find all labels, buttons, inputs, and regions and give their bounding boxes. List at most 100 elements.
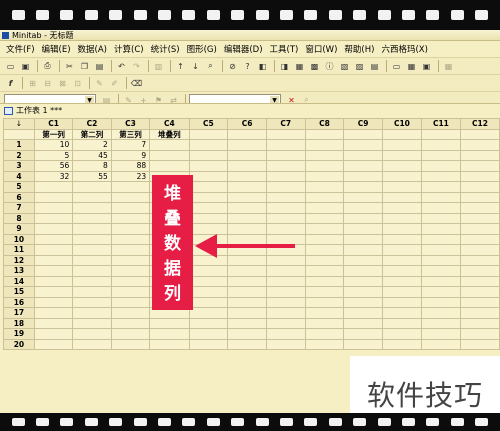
data-cell[interactable] — [265, 202, 306, 214]
data-cell[interactable] — [381, 275, 422, 287]
data-cell[interactable] — [227, 191, 267, 203]
data-cell[interactable] — [110, 254, 151, 266]
data-cell[interactable] — [227, 149, 267, 161]
data-cell[interactable] — [227, 170, 267, 182]
data-cell[interactable] — [343, 244, 383, 256]
data-cell[interactable] — [420, 275, 461, 287]
data-cell[interactable] — [343, 233, 383, 245]
data-cell[interactable] — [72, 275, 112, 287]
fx-icon[interactable]: f — [4, 77, 17, 89]
data-cell[interactable] — [381, 160, 422, 172]
data-cell[interactable] — [459, 296, 500, 308]
data-cell[interactable] — [72, 181, 112, 193]
column-name-cell[interactable] — [459, 128, 500, 140]
data-cell[interactable] — [265, 181, 306, 193]
data-cell[interactable] — [227, 265, 267, 277]
column-header[interactable]: C2 — [72, 118, 112, 130]
data-cell[interactable] — [72, 286, 112, 298]
session-window-icon[interactable]: ◨ — [278, 60, 291, 72]
data-cell[interactable] — [343, 338, 383, 350]
data-cell[interactable] — [149, 328, 190, 340]
column-header[interactable]: C8 — [304, 118, 345, 130]
data-cell[interactable] — [149, 160, 190, 172]
menu-window[interactable]: 窗口(W) — [305, 43, 337, 55]
data-cell[interactable] — [420, 233, 461, 245]
row-number[interactable]: 16 — [3, 296, 35, 308]
data-cell[interactable] — [343, 307, 383, 319]
report-icon[interactable]: ▨ — [353, 60, 366, 72]
data-cell[interactable] — [304, 338, 345, 350]
column-header[interactable]: C6 — [227, 118, 267, 130]
data-cell[interactable] — [459, 160, 500, 172]
data-cell[interactable] — [227, 275, 267, 287]
data-cell[interactable] — [110, 244, 151, 256]
data-cell[interactable] — [265, 317, 306, 329]
data-cell[interactable] — [304, 275, 345, 287]
data-cell[interactable] — [343, 275, 383, 287]
data-cell[interactable] — [265, 191, 306, 203]
row-number[interactable]: 9 — [3, 223, 35, 235]
worksheet-icon[interactable]: ▦ — [293, 60, 306, 72]
column-name-cell[interactable]: 第二列 — [72, 128, 112, 140]
data-cell[interactable] — [72, 244, 112, 256]
row-number[interactable]: 11 — [3, 244, 35, 256]
data-cell[interactable] — [304, 296, 345, 308]
menu-file[interactable]: 文件(F) — [6, 43, 35, 55]
data-cell[interactable] — [110, 191, 151, 203]
data-cell[interactable] — [227, 296, 267, 308]
data-cell[interactable] — [459, 275, 500, 287]
data-cell[interactable] — [343, 170, 383, 182]
data-cell[interactable] — [304, 286, 345, 298]
edit-icon[interactable]: ✐ — [108, 77, 121, 89]
data-cell[interactable] — [420, 223, 461, 235]
column-header[interactable]: C9 — [343, 118, 383, 130]
data-cell[interactable] — [188, 191, 229, 203]
data-cell[interactable] — [227, 160, 267, 172]
data-cell[interactable] — [304, 212, 345, 224]
data-cell[interactable] — [110, 338, 151, 350]
data-cell[interactable] — [227, 212, 267, 224]
data-cell[interactable] — [33, 202, 74, 214]
data-cell[interactable] — [343, 191, 383, 203]
data-cell[interactable] — [420, 328, 461, 340]
data-cell[interactable] — [459, 202, 500, 214]
data-cell[interactable] — [381, 296, 422, 308]
data-cell[interactable] — [420, 202, 461, 214]
data-cell[interactable] — [459, 328, 500, 340]
row-number[interactable]: 1 — [3, 139, 35, 151]
data-cell[interactable] — [304, 170, 345, 182]
data-cell[interactable] — [72, 307, 112, 319]
data-cell[interactable] — [420, 338, 461, 350]
data-cell[interactable]: 56 — [33, 160, 74, 172]
data-cell[interactable] — [265, 160, 306, 172]
data-cell[interactable] — [188, 202, 229, 214]
data-cell[interactable] — [33, 275, 74, 287]
paste-icon[interactable]: ▤ — [93, 60, 106, 72]
menu-graph[interactable]: 图形(G) — [187, 43, 217, 55]
column-name-cell[interactable] — [420, 128, 461, 140]
column-header[interactable]: C5 — [188, 118, 229, 130]
data-cell[interactable] — [381, 317, 422, 329]
data-cell[interactable] — [343, 202, 383, 214]
data-cell[interactable] — [343, 317, 383, 329]
data-cell[interactable] — [227, 328, 267, 340]
data-cell[interactable] — [381, 181, 422, 193]
data-cell[interactable] — [420, 244, 461, 256]
data-cell[interactable] — [304, 139, 345, 151]
data-cell[interactable] — [304, 244, 345, 256]
row-number[interactable]: 3 — [3, 160, 35, 172]
row-number[interactable]: 20 — [3, 338, 35, 350]
data-cell[interactable] — [343, 223, 383, 235]
insert-columns-icon[interactable]: ⊠ — [56, 77, 69, 89]
arrow-up-icon[interactable]: ↑ — [174, 60, 187, 72]
data-cell[interactable] — [304, 160, 345, 172]
data-cell[interactable] — [381, 191, 422, 203]
data-cell[interactable] — [381, 307, 422, 319]
data-cell[interactable] — [304, 265, 345, 277]
data-cell[interactable] — [459, 233, 500, 245]
data-cell[interactable] — [227, 307, 267, 319]
row-number[interactable]: 19 — [3, 328, 35, 340]
data-cell[interactable]: 88 — [110, 160, 151, 172]
data-cell[interactable] — [381, 149, 422, 161]
data-cell[interactable]: 55 — [72, 170, 112, 182]
